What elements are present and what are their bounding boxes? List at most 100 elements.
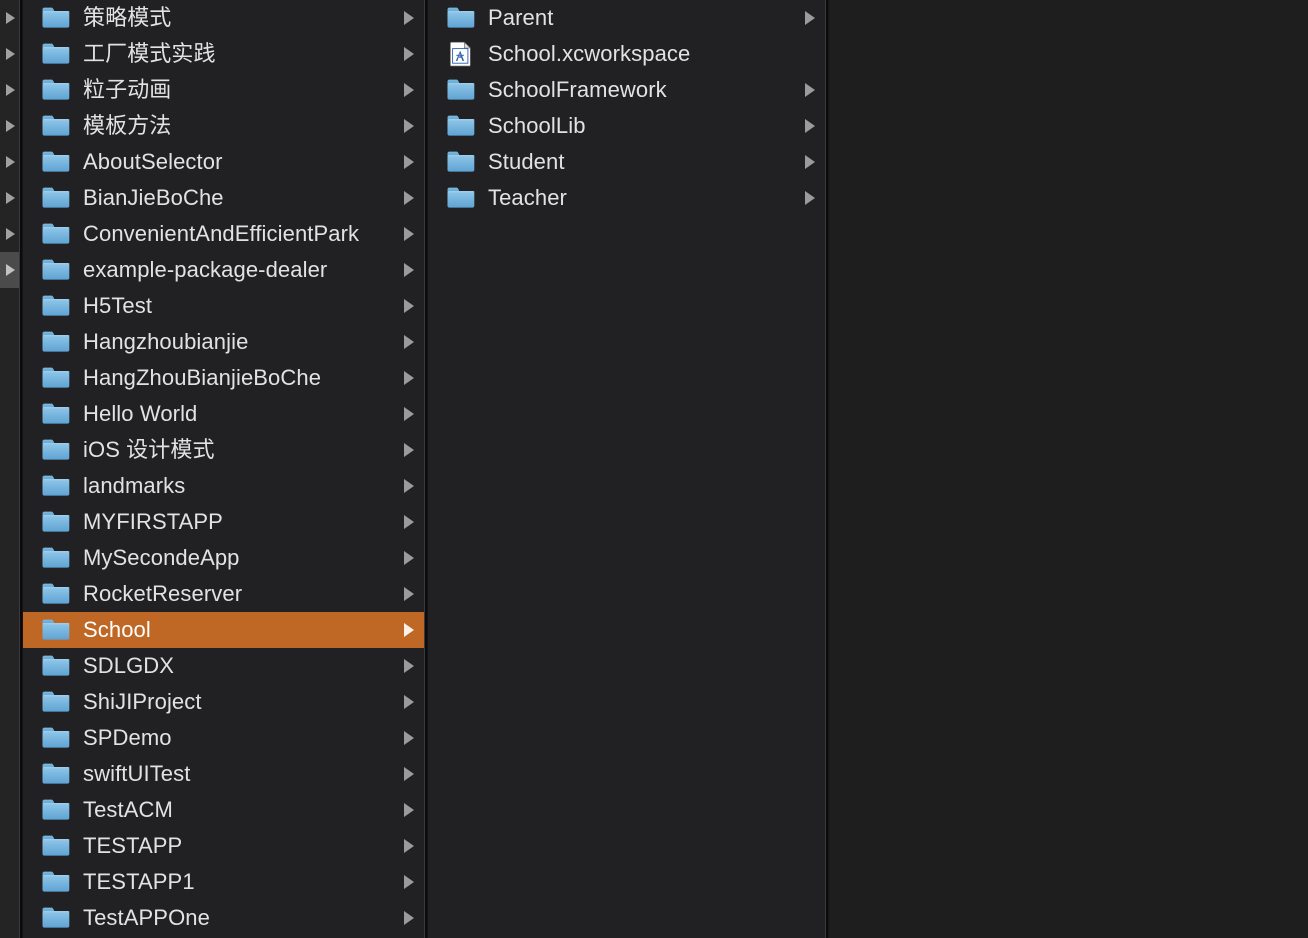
- chevron-right-icon[interactable]: [404, 119, 414, 133]
- chevron-right-icon[interactable]: [6, 120, 15, 132]
- chevron-right-icon[interactable]: [6, 84, 15, 96]
- parent-folder-column-partial[interactable]: [0, 0, 19, 938]
- preview-column[interactable]: [829, 0, 1308, 938]
- chevron-right-icon[interactable]: [805, 83, 815, 97]
- list-item[interactable]: [0, 504, 19, 540]
- chevron-right-icon[interactable]: [404, 515, 414, 529]
- list-item[interactable]: ConvenientAndEfficientPark: [23, 216, 424, 252]
- chevron-right-icon[interactable]: [404, 227, 414, 241]
- list-item[interactable]: Student: [428, 144, 825, 180]
- list-item[interactable]: Hello World: [23, 396, 424, 432]
- list-item[interactable]: [0, 612, 19, 648]
- list-item[interactable]: [0, 144, 19, 180]
- chevron-right-icon[interactable]: [404, 551, 414, 565]
- chevron-right-icon[interactable]: [404, 623, 414, 637]
- projects-column[interactable]: 策略模式 工厂模式实践 粒子动画 模板方法 AboutSelector BianJieBo…: [23, 0, 424, 938]
- list-item[interactable]: SPDemo: [23, 720, 424, 756]
- chevron-right-icon[interactable]: [404, 767, 414, 781]
- list-item[interactable]: SDLGDX: [23, 648, 424, 684]
- chevron-right-icon[interactable]: [6, 228, 15, 240]
- chevron-right-icon[interactable]: [404, 803, 414, 817]
- list-item[interactable]: TestACM: [23, 792, 424, 828]
- chevron-right-icon[interactable]: [404, 659, 414, 673]
- chevron-right-icon[interactable]: [805, 11, 815, 25]
- list-item[interactable]: [0, 540, 19, 576]
- chevron-right-icon[interactable]: [805, 155, 815, 169]
- list-item[interactable]: [0, 72, 19, 108]
- chevron-right-icon[interactable]: [404, 263, 414, 277]
- list-item[interactable]: landmarks: [23, 468, 424, 504]
- list-item[interactable]: [0, 864, 19, 900]
- chevron-right-icon[interactable]: [6, 192, 15, 204]
- list-item[interactable]: [0, 756, 19, 792]
- chevron-right-icon[interactable]: [404, 407, 414, 421]
- list-item[interactable]: iOS 设计模式: [23, 432, 424, 468]
- list-item[interactable]: 策略模式: [23, 0, 424, 36]
- list-item[interactable]: HangZhouBianjieBoChe: [23, 360, 424, 396]
- list-item[interactable]: Parent: [428, 0, 825, 36]
- list-item[interactable]: [0, 396, 19, 432]
- list-item[interactable]: [0, 720, 19, 756]
- chevron-right-icon[interactable]: [404, 731, 414, 745]
- list-item[interactable]: Teacher: [428, 180, 825, 216]
- chevron-right-icon[interactable]: [404, 587, 414, 601]
- list-item[interactable]: SchoolFramework: [428, 72, 825, 108]
- school-folder-column[interactable]: Parent School.xcworkspace SchoolFramework S…: [428, 0, 825, 938]
- chevron-right-icon[interactable]: [805, 119, 815, 133]
- list-item[interactable]: TestAPPOne: [23, 900, 424, 936]
- list-item[interactable]: [0, 108, 19, 144]
- chevron-right-icon[interactable]: [404, 911, 414, 925]
- list-item[interactable]: [0, 252, 19, 288]
- list-item[interactable]: [0, 828, 19, 864]
- list-item[interactable]: AboutSelector: [23, 144, 424, 180]
- chevron-right-icon[interactable]: [404, 299, 414, 313]
- chevron-right-icon[interactable]: [404, 443, 414, 457]
- list-item[interactable]: Hangzhoubianjie: [23, 324, 424, 360]
- list-item[interactable]: example-package-dealer: [23, 252, 424, 288]
- list-item[interactable]: 粒子动画: [23, 72, 424, 108]
- chevron-right-icon[interactable]: [404, 695, 414, 709]
- list-item[interactable]: [0, 216, 19, 252]
- list-item[interactable]: ShiJIProject: [23, 684, 424, 720]
- chevron-right-icon[interactable]: [404, 83, 414, 97]
- chevron-right-icon[interactable]: [404, 11, 414, 25]
- list-item[interactable]: [0, 468, 19, 504]
- chevron-right-icon[interactable]: [404, 191, 414, 205]
- list-item[interactable]: [0, 360, 19, 396]
- list-item[interactable]: [0, 648, 19, 684]
- list-item[interactable]: MySecondeApp: [23, 540, 424, 576]
- chevron-right-icon[interactable]: [404, 839, 414, 853]
- list-item[interactable]: H5Test: [23, 288, 424, 324]
- list-item[interactable]: 模板方法: [23, 108, 424, 144]
- list-item[interactable]: School: [23, 612, 424, 648]
- list-item[interactable]: SchoolLib: [428, 108, 825, 144]
- chevron-right-icon[interactable]: [6, 48, 15, 60]
- list-item[interactable]: RocketReserver: [23, 576, 424, 612]
- list-item[interactable]: swiftUITest: [23, 756, 424, 792]
- list-item[interactable]: [0, 0, 19, 36]
- list-item[interactable]: [0, 324, 19, 360]
- chevron-right-icon[interactable]: [6, 264, 15, 276]
- chevron-right-icon[interactable]: [404, 155, 414, 169]
- chevron-right-icon[interactable]: [404, 47, 414, 61]
- list-item[interactable]: MYFIRSTAPP: [23, 504, 424, 540]
- list-item[interactable]: [0, 792, 19, 828]
- list-item[interactable]: TESTAPP1: [23, 864, 424, 900]
- list-item[interactable]: [0, 684, 19, 720]
- list-item[interactable]: School.xcworkspace: [428, 36, 825, 72]
- list-item[interactable]: [0, 432, 19, 468]
- chevron-right-icon[interactable]: [404, 479, 414, 493]
- list-item[interactable]: 工厂模式实践: [23, 36, 424, 72]
- list-item[interactable]: [0, 180, 19, 216]
- chevron-right-icon[interactable]: [805, 191, 815, 205]
- list-item[interactable]: [0, 288, 19, 324]
- list-item[interactable]: [0, 576, 19, 612]
- list-item[interactable]: BianJieBoChe: [23, 180, 424, 216]
- chevron-right-icon[interactable]: [404, 335, 414, 349]
- list-item[interactable]: [0, 900, 19, 936]
- chevron-right-icon[interactable]: [6, 12, 15, 24]
- chevron-right-icon[interactable]: [404, 875, 414, 889]
- list-item[interactable]: TESTAPP: [23, 828, 424, 864]
- chevron-right-icon[interactable]: [404, 371, 414, 385]
- list-item[interactable]: [0, 36, 19, 72]
